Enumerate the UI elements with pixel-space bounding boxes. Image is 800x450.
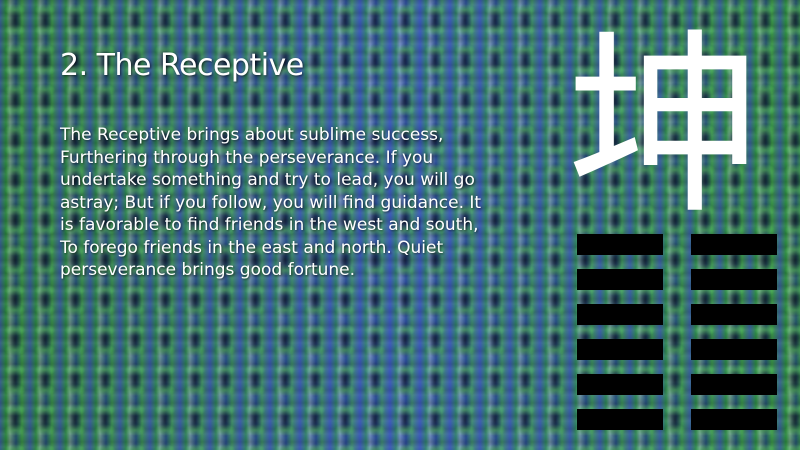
line-segment: [691, 304, 777, 325]
hexagram-line: [577, 409, 777, 430]
line-segment: [691, 269, 777, 290]
line-segment: [577, 234, 663, 255]
line-segment: [577, 269, 663, 290]
line-segment: [691, 374, 777, 395]
line-segment: [577, 304, 663, 325]
hexagram-kun: [577, 234, 777, 444]
hexagram-line: [577, 269, 777, 290]
hexagram-line: [577, 374, 777, 395]
kun-character: 坤: [566, 13, 763, 241]
line-segment: [577, 339, 663, 360]
line-segment: [691, 234, 777, 255]
slide-body-text: The Receptive brings about sublime succe…: [60, 125, 482, 280]
line-segment: [691, 409, 777, 430]
hexagram-line: [577, 339, 777, 360]
slide-title: 2. The Receptive: [60, 48, 304, 83]
hexagram-line: [577, 304, 777, 325]
hexagram-line: [577, 234, 777, 255]
line-segment: [691, 339, 777, 360]
slide: 2. The Receptive The Receptive brings ab…: [0, 0, 800, 450]
line-segment: [577, 374, 663, 395]
line-segment: [577, 409, 663, 430]
